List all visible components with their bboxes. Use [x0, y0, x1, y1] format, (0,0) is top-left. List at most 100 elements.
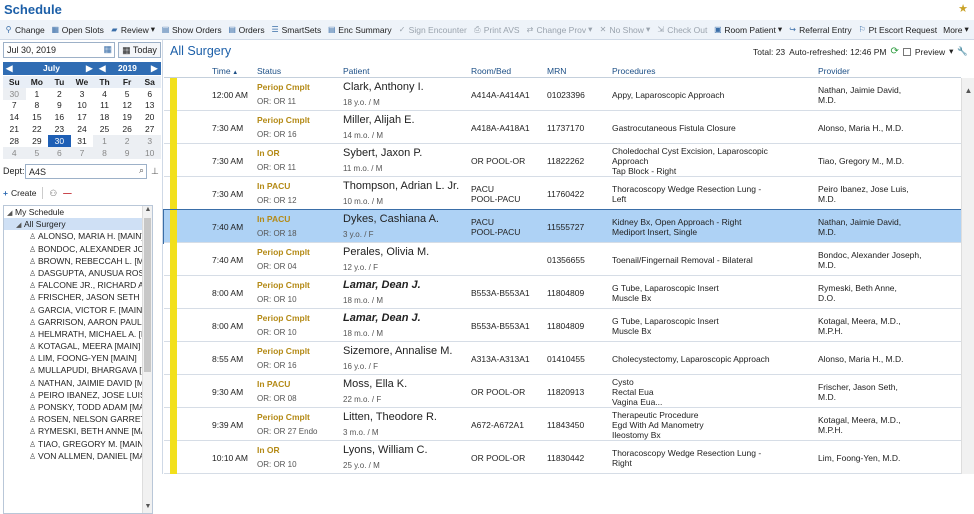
calendar-day[interactable]: 4: [3, 146, 26, 159]
table-row[interactable]: 8:00 AM Periop Cmplt OR: OR 10 Lamar, Dean …: [164, 309, 961, 342]
toolbar-item[interactable]: ✕ No Show ▾: [598, 24, 651, 35]
calendar-day[interactable]: 7: [3, 100, 26, 112]
toolbar-item[interactable]: ▤ Enc Summary: [327, 25, 392, 35]
calendar-day[interactable]: 1: [26, 88, 49, 100]
dropdown-arrow-icon[interactable]: ▾: [964, 24, 968, 35]
calendar-day[interactable]: 22: [26, 123, 49, 135]
calendar-day[interactable]: 20: [138, 111, 161, 123]
calendar-day[interactable]: 9: [115, 146, 139, 159]
dropdown-arrow-icon[interactable]: ▾: [588, 24, 592, 35]
dropdown-arrow-icon[interactable]: ▾: [646, 24, 650, 35]
calendar-day[interactable]: 3: [138, 134, 161, 147]
patient-name[interactable]: Lyons, William C.: [343, 444, 428, 456]
calendar-day[interactable]: 10: [138, 146, 161, 159]
toolbar-item[interactable]: ⇲ Check Out: [656, 25, 707, 35]
table-row[interactable]: 9:39 AM Periop Cmplt OR: OR 27 Endo Litten,…: [164, 408, 961, 441]
table-row[interactable]: 7:30 AM In OR OR: OR 11 Sybert, Jaxon P. 11 …: [164, 144, 961, 177]
table-row[interactable]: 7:40 AM In PACU OR: OR 18 Dykes, Cashiana A…: [163, 209, 962, 244]
column-header[interactable]: Procedures: [612, 66, 655, 76]
scroll-up-icon[interactable]: ▲: [962, 86, 974, 95]
calendar-day[interactable]: 5: [116, 88, 139, 100]
toolbar-item[interactable]: ☰ SmartSets: [271, 25, 322, 35]
calendar-day[interactable]: 29: [26, 135, 49, 147]
preview-checkbox[interactable]: [902, 47, 911, 56]
calendar-day[interactable]: 23: [48, 123, 71, 135]
column-header[interactable]: Time ▲: [212, 66, 238, 76]
wrench-icon[interactable]: 🔧: [957, 46, 968, 57]
tree-provider[interactable]: ♙ BONDOC, ALEXANDER JOS: [4, 243, 152, 255]
tree-provider[interactable]: ♙ ALONSO, MARIA H. [MAIN]: [4, 230, 152, 242]
tree-root[interactable]: ◢ My Schedule: [4, 206, 152, 218]
calendar-day[interactable]: 28: [3, 135, 26, 147]
toolbar-item[interactable]: ⇄ Change Prov ▾: [526, 24, 593, 35]
calendar-day[interactable]: 6: [48, 146, 71, 159]
calendar-day[interactable]: 15: [26, 111, 49, 123]
calendar-day[interactable]: 8: [26, 100, 49, 112]
pin-icon[interactable]: ⊥: [151, 166, 159, 177]
scroll-thumb[interactable]: [144, 218, 151, 372]
tree-provider[interactable]: ♙ PEIRO IBANEZ, JOSE LUIS: [4, 389, 152, 401]
column-header[interactable]: Provider: [818, 66, 850, 76]
prev-month-arrow-icon[interactable]: ◀: [6, 63, 13, 74]
calendar-day[interactable]: 6: [138, 88, 161, 100]
toolbar-item[interactable]: ▦ Open Slots: [51, 25, 104, 35]
today-button[interactable]: ▦ Today: [118, 42, 161, 58]
calendar-day[interactable]: 27: [138, 123, 161, 135]
patient-name[interactable]: Perales, Olivia M.: [343, 246, 429, 258]
table-row[interactable]: 9:30 AM In PACU OR: OR 08 Moss, Ella K. 22 m…: [164, 375, 961, 408]
tree-provider[interactable]: ♙ ROSEN, NELSON GARRET: [4, 413, 152, 425]
table-row[interactable]: 10:10 AM In OR OR: OR 10 Lyons, William C. 2…: [164, 441, 961, 474]
scroll-down-icon[interactable]: ▼: [143, 503, 152, 513]
tree-provider[interactable]: ♙ MULLAPUDI, BHARGAVA [I: [4, 364, 152, 376]
calendar-day[interactable]: 19: [116, 111, 139, 123]
calendar-day[interactable]: 14: [3, 111, 26, 123]
dept-input[interactable]: A4S ⌕: [25, 164, 147, 179]
column-header[interactable]: Patient: [343, 66, 369, 76]
calendar-day[interactable]: 26: [116, 123, 139, 135]
calendar-day[interactable]: 8: [93, 146, 116, 159]
toolbar-item[interactable]: ⚲ Change: [4, 25, 45, 35]
dropdown-arrow-icon[interactable]: ▾: [778, 24, 782, 35]
toolbar-item[interactable]: ▤ Orders: [228, 25, 264, 35]
calendar-day[interactable]: 30: [48, 134, 71, 147]
calendar-day[interactable]: 3: [71, 88, 94, 100]
toolbar-item[interactable]: ▰ Review ▾: [110, 24, 155, 35]
calendar-day[interactable]: 4: [93, 88, 116, 100]
tree-provider[interactable]: ♙ FALCONE JR., RICHARD A.: [4, 279, 152, 291]
prev-year-arrow-icon[interactable]: ◀: [99, 63, 106, 74]
next-year-arrow-icon[interactable]: ▶: [151, 63, 158, 74]
search-icon[interactable]: ⌕: [139, 165, 144, 176]
column-header[interactable]: Status: [257, 66, 281, 76]
preview-dropdown-icon[interactable]: ▾: [949, 46, 953, 57]
toolbar-item[interactable]: More ▾: [943, 24, 969, 35]
create-button[interactable]: Create: [11, 188, 37, 198]
calendar-day[interactable]: 7: [70, 146, 94, 159]
tree-provider[interactable]: ♙ GARRISON, AARON PAUL [: [4, 316, 152, 328]
patient-name[interactable]: Litten, Theodore R.: [343, 411, 437, 423]
patient-name[interactable]: Clark, Anthony I.: [343, 81, 424, 93]
calendar-day[interactable]: 5: [25, 146, 49, 159]
expand-arrow-icon[interactable]: ◢: [7, 208, 15, 218]
table-row[interactable]: 8:55 AM Periop Cmplt OR: OR 16 Sizemore, An…: [164, 342, 961, 375]
tree-provider[interactable]: ♙ KOTAGAL, MEERA [MAIN]: [4, 340, 152, 352]
toolbar-item[interactable]: ▤ Show Orders: [161, 25, 222, 35]
patient-name[interactable]: Thompson, Adrian L. Jr.: [343, 180, 459, 192]
calendar-day[interactable]: 21: [3, 123, 26, 135]
calendar-icon[interactable]: ▦: [103, 44, 112, 55]
tree-provider[interactable]: ♙ NATHAN, JAIMIE DAVID [M: [4, 377, 152, 389]
toolbar-item[interactable]: ✓ Sign Encounter: [398, 25, 467, 35]
calendar-day[interactable]: 12: [116, 100, 139, 112]
patient-name[interactable]: Sizemore, Annalise M.: [343, 345, 452, 357]
table-row[interactable]: 12:00 AM Periop Cmplt OR: OR 11 Clark, Anth…: [164, 78, 961, 111]
calendar-day[interactable]: 13: [138, 100, 161, 112]
column-header[interactable]: MRN: [547, 66, 566, 76]
toolbar-item[interactable]: ▣ Room Patient ▾: [713, 24, 782, 35]
calendar-day[interactable]: 24: [71, 123, 94, 135]
calendar-day[interactable]: 1: [93, 134, 116, 147]
patient-name[interactable]: Moss, Ella K.: [343, 378, 407, 390]
date-input[interactable]: Jul 30, 2019 ▦: [3, 42, 115, 58]
calendar-day[interactable]: 18: [93, 111, 116, 123]
expand-arrow-icon[interactable]: ◢: [16, 220, 24, 230]
grid-scrollbar[interactable]: ▲: [961, 78, 974, 474]
scroll-up-icon[interactable]: ▲: [143, 206, 152, 216]
